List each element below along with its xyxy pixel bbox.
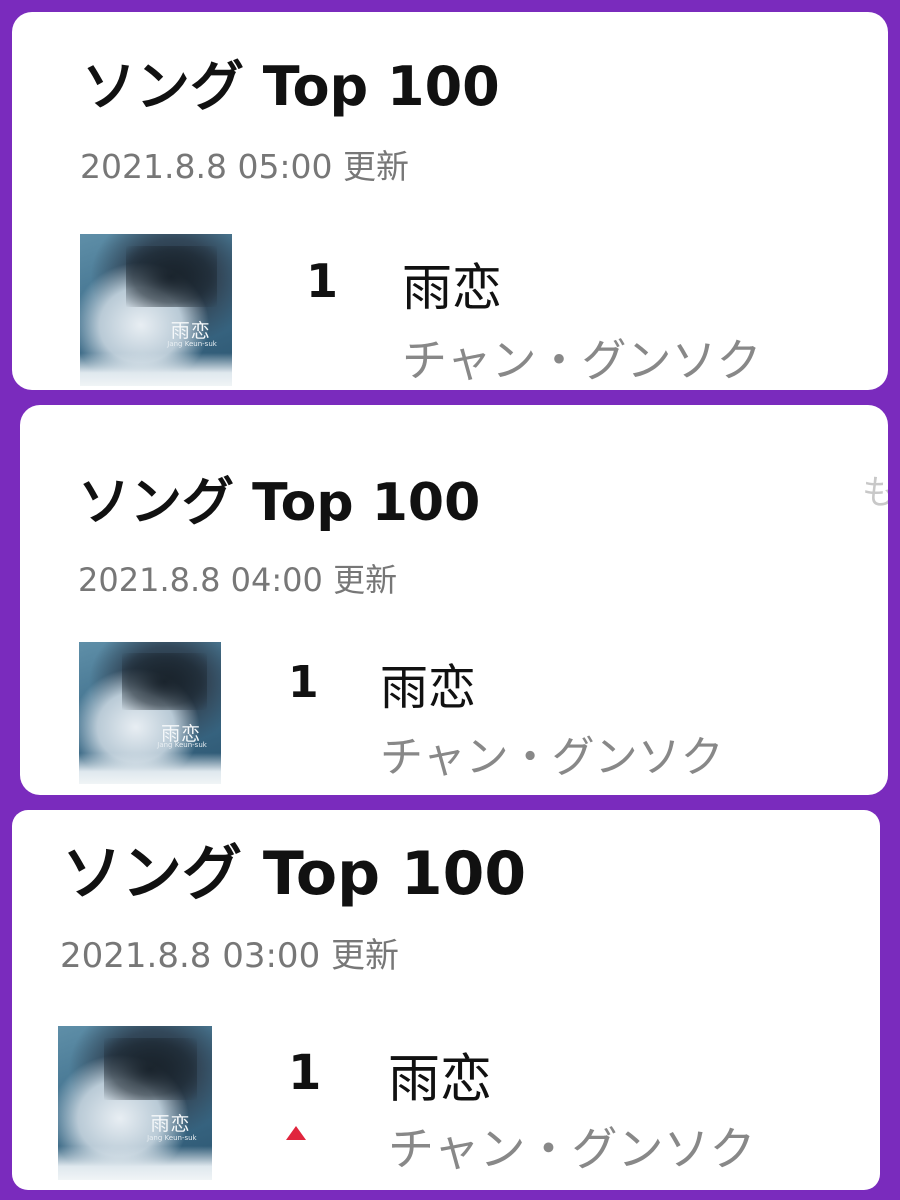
cover-artist-text: Jang Keun-suk xyxy=(147,1133,197,1142)
ranking-card-0400: ソング Top 100 も 2021.8.8 04:00 更新 雨恋 Jang … xyxy=(20,405,888,795)
more-link-clipped[interactable]: も xyxy=(862,465,888,514)
cover-art-hair xyxy=(125,246,217,307)
cover-artist-text: Jang Keun-suk xyxy=(157,741,207,750)
album-cover[interactable]: 雨恋 Jang Keun-suk xyxy=(79,642,221,784)
rank-number: 1 xyxy=(288,657,319,708)
cover-art-shoulders xyxy=(79,752,221,784)
cover-art-hair xyxy=(121,653,207,711)
song-title[interactable]: 雨恋 xyxy=(380,648,476,718)
cover-title-text: 雨恋 xyxy=(150,1113,191,1136)
album-cover[interactable]: 雨恋 Jang Keun-suk xyxy=(58,1026,212,1180)
update-timestamp: 2021.8.8 04:00 更新 xyxy=(78,561,398,599)
update-timestamp: 2021.8.8 03:00 更新 xyxy=(60,936,400,976)
chart-title[interactable]: ソング Top 100 xyxy=(78,460,480,535)
update-timestamp: 2021.8.8 05:00 更新 xyxy=(80,147,410,186)
song-title[interactable]: 雨恋 xyxy=(388,1037,492,1112)
album-cover[interactable]: 雨恋 Jang Keun-suk xyxy=(80,234,232,386)
ranking-card-0300: ソング Top 100 2021.8.8 03:00 更新 雨恋 Jang Ke… xyxy=(12,810,880,1190)
ranking-card-0500: ソング Top 100 2021.8.8 05:00 更新 雨恋 Jang Ke… xyxy=(12,12,888,390)
song-title[interactable]: 雨恋 xyxy=(402,248,502,320)
cover-title-text: 雨恋 xyxy=(170,320,211,343)
artist-name[interactable]: チャン・グンソク xyxy=(402,324,762,389)
collage: { "cards": [ { "title": "ソング Top 100", "… xyxy=(0,0,900,1200)
rank-number: 1 xyxy=(288,1045,322,1101)
cover-artist-text: Jang Keun-suk xyxy=(167,340,217,349)
trend-up-icon xyxy=(286,1126,306,1140)
cover-art-shoulders xyxy=(58,1146,212,1180)
cover-art-shoulders xyxy=(80,352,232,386)
artist-name[interactable]: チャン・グンソク xyxy=(380,723,724,785)
chart-title[interactable]: ソング Top 100 xyxy=(82,42,500,121)
rank-number: 1 xyxy=(306,254,339,308)
chart-title[interactable]: ソング Top 100 xyxy=(62,825,526,912)
artist-name[interactable]: チャン・グンソク xyxy=(388,1113,756,1179)
cover-art-hair xyxy=(104,1038,197,1100)
